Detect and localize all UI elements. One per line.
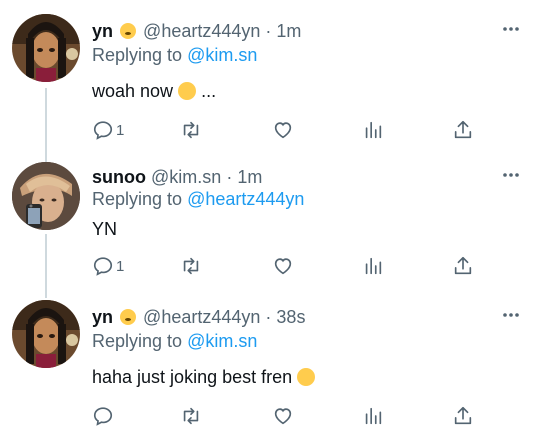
tweet-text-part: woah now	[92, 81, 174, 101]
retweet-icon	[183, 121, 199, 139]
share-icon	[454, 256, 472, 275]
reply-button[interactable]	[92, 404, 116, 428]
tweet[interactable]: yn @heartz444yn · 38s Replying to @kim.s…	[0, 292, 540, 438]
views-icon	[365, 407, 382, 425]
more-icon[interactable]	[502, 166, 520, 184]
separator-dot: ·	[226, 167, 233, 187]
views-icon	[365, 121, 382, 139]
reply-icon	[93, 121, 113, 140]
retweet-icon	[183, 257, 199, 275]
replying-prefix: Replying to	[92, 189, 183, 209]
timestamp[interactable]: 1m	[237, 167, 262, 187]
like-button[interactable]	[272, 118, 294, 142]
retweet-button[interactable]	[180, 404, 202, 428]
views-button[interactable]	[362, 118, 384, 142]
replying-to: Replying to @kim.sn	[92, 330, 257, 352]
separator-dot: ·	[265, 307, 272, 327]
reply-count: 1	[116, 121, 125, 139]
share-button[interactable]	[452, 254, 474, 278]
tweet-actions: 1	[92, 254, 492, 278]
reply-count: 1	[116, 257, 125, 275]
timestamp[interactable]: 1m	[276, 21, 301, 41]
views-icon	[365, 257, 382, 275]
display-name[interactable]: yn	[92, 21, 113, 41]
tweet[interactable]: yn @heartz444yn · 1m Replying to @kim.sn…	[0, 0, 540, 150]
retweet-button[interactable]	[180, 254, 202, 278]
user-handle[interactable]: @heartz444yn	[143, 21, 260, 41]
tweet-text: woah now ...	[92, 80, 216, 102]
reply-button[interactable]: 1	[92, 118, 124, 142]
tweet-actions	[92, 404, 492, 428]
more-icon[interactable]	[502, 20, 520, 38]
tweet-header: sunoo @kim.sn · 1m	[92, 166, 262, 188]
share-button[interactable]	[452, 404, 474, 428]
tweet-header: yn @heartz444yn · 1m	[92, 20, 301, 42]
tweet-text: YN	[92, 219, 118, 239]
replying-prefix: Replying to	[92, 331, 183, 351]
heart-icon	[274, 122, 292, 139]
views-button[interactable]	[362, 404, 384, 428]
emoji-icon	[120, 23, 137, 39]
tweet-actions: 1	[92, 118, 492, 142]
share-button[interactable]	[452, 118, 474, 142]
share-icon	[454, 406, 472, 425]
avatar[interactable]	[12, 162, 80, 230]
reply-button[interactable]: 1	[92, 254, 124, 278]
replying-prefix: Replying to	[92, 45, 183, 65]
avatar[interactable]	[12, 300, 80, 368]
mention-link[interactable]: @kim.sn	[187, 331, 257, 351]
tweet[interactable]: sunoo @kim.sn · 1m Replying to @heartz44…	[0, 150, 540, 292]
emoji-icon	[120, 309, 137, 325]
like-button[interactable]	[272, 404, 294, 428]
views-button[interactable]	[362, 254, 384, 278]
display-name[interactable]: sunoo	[92, 167, 146, 187]
tweet-text-part: ...	[201, 81, 217, 101]
worried-face-icon	[178, 82, 197, 100]
mention-link[interactable]: @kim.sn	[187, 45, 257, 65]
mention-link[interactable]: @heartz444yn	[187, 189, 304, 209]
more-icon[interactable]	[502, 306, 520, 324]
tweet-text-part: haha just joking best fren	[92, 367, 293, 387]
retweet-button[interactable]	[180, 118, 202, 142]
user-handle[interactable]: @heartz444yn	[143, 307, 260, 327]
reply-icon	[93, 407, 113, 426]
heart-icon	[274, 408, 292, 425]
tweet-text: haha just joking best fren	[92, 366, 316, 388]
like-button[interactable]	[272, 254, 294, 278]
user-handle[interactable]: @kim.sn	[151, 167, 221, 187]
reply-icon	[93, 257, 113, 276]
retweet-icon	[183, 407, 199, 425]
separator-dot: ·	[265, 21, 272, 41]
timestamp[interactable]: 38s	[276, 307, 305, 327]
share-icon	[454, 120, 472, 139]
replying-to: Replying to @heartz444yn	[92, 188, 304, 210]
tweet-header: yn @heartz444yn · 38s	[92, 306, 305, 328]
display-name[interactable]: yn	[92, 307, 113, 327]
avatar[interactable]	[12, 14, 80, 82]
heart-icon	[274, 258, 292, 275]
replying-to: Replying to @kim.sn	[92, 44, 257, 66]
grinning-sweat-face-icon	[297, 368, 316, 386]
